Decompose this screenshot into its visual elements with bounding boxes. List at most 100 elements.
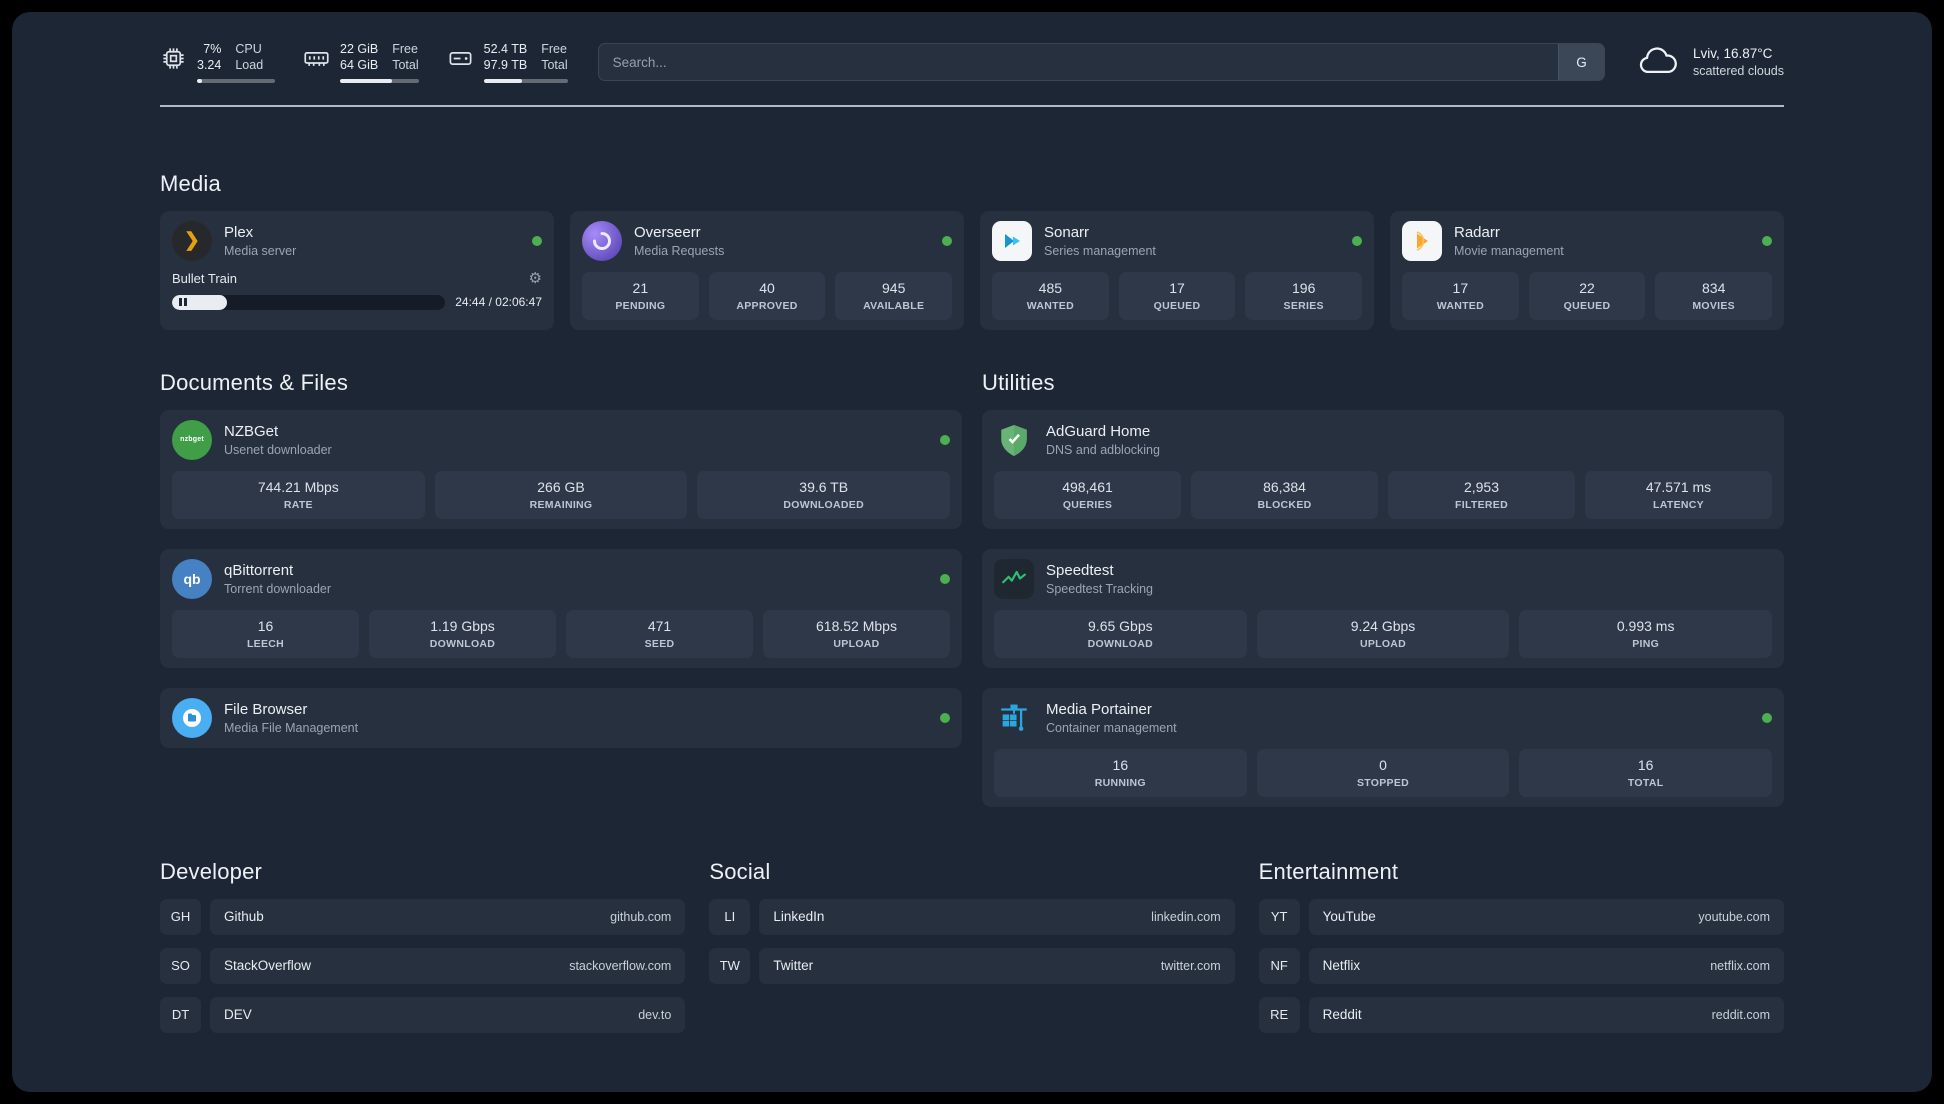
service-subtitle: Media server — [224, 243, 297, 258]
stat-value: 0 — [1379, 756, 1387, 773]
section-title-utilities: Utilities — [982, 369, 1055, 395]
cpu-label: CPU — [235, 42, 262, 56]
service-name: Plex — [224, 223, 254, 241]
stat-value: 16 — [257, 617, 274, 634]
service-subtitle: Media Requests — [634, 243, 725, 258]
service-card-radarr[interactable]: Radarr Movie management 17 WANTED 22 QUE… — [1390, 210, 1784, 330]
bookmark-stackoverflow[interactable]: SO StackOverflow stackoverflow.com — [160, 947, 686, 984]
service-subtitle: Media File Management — [224, 720, 359, 735]
status-dot — [1352, 235, 1362, 246]
stat-value: 9.65 Gbps — [1088, 617, 1153, 634]
gear-icon[interactable]: ⚙ — [529, 271, 542, 286]
cpu-load-value: 3.24 — [197, 58, 222, 73]
stat-box: 17 WANTED — [1402, 271, 1519, 320]
disk-total-value: 97.9 TB — [483, 58, 528, 73]
bookmark-twitter[interactable]: TW Twitter twitter.com — [709, 947, 1235, 984]
service-header: Radarr Movie management — [1402, 220, 1772, 261]
service-card-overseerr[interactable]: Overseerr Media Requests 21 PENDING 40 A… — [570, 210, 964, 330]
search-bar[interactable]: G — [597, 43, 1605, 82]
stat-label: PING — [1632, 637, 1660, 650]
search-input[interactable] — [598, 44, 1558, 81]
stat-label: SERIES — [1283, 299, 1324, 312]
service-stats: 9.65 Gbps DOWNLOAD 9.24 Gbps UPLOAD 0.99… — [994, 609, 1773, 658]
section-media: Media ❯ Plex Media server Bullet Train ⚙… — [160, 171, 1784, 330]
stat-label: LEECH — [246, 637, 285, 650]
bookmark-group-social: Social LI LinkedIn linkedin.com TW Twitt… — [709, 859, 1235, 1033]
stat-value: 21 — [632, 279, 649, 296]
top-bar: 7% 3.24 CPU Load 22 GiB 64 GiB Free Tota… — [160, 42, 1784, 83]
bookmark-youtube[interactable]: YT YouTube youtube.com — [1258, 898, 1784, 935]
adguard-shield-icon — [994, 420, 1034, 460]
service-subtitle: Speedtest Tracking — [1046, 581, 1154, 596]
dashboard-panel: 7% 3.24 CPU Load 22 GiB 64 GiB Free Tota… — [12, 12, 1932, 1092]
bookmark-name: Twitter — [773, 958, 814, 974]
bookmark-url: linkedin.com — [1151, 909, 1221, 924]
stat-box: 196 SERIES — [1245, 271, 1363, 320]
weather-condition: scattered clouds — [1692, 64, 1784, 79]
service-header: Sonarr Series management — [992, 220, 1362, 261]
bookmark-name: DEV — [224, 1007, 252, 1023]
playback-progress-bar[interactable] — [172, 294, 446, 310]
service-stats: 485 WANTED 17 QUEUED 196 SERIES — [992, 271, 1363, 320]
bookmark-abbr: SO — [160, 947, 201, 984]
stat-label: QUERIES — [1062, 498, 1113, 511]
cpu-progress-fill — [197, 78, 203, 83]
cpu-usage-value: 7% — [203, 42, 222, 56]
service-name: Radarr — [1454, 223, 1500, 241]
bookmark-reddit[interactable]: RE Reddit reddit.com — [1258, 996, 1784, 1033]
service-card-sonarr[interactable]: Sonarr Series management 485 WANTED 17 Q… — [980, 210, 1374, 330]
service-header: Speedtest Speedtest Tracking — [994, 558, 1772, 599]
disk-free-label: Free — [541, 42, 567, 56]
stat-value: 945 — [882, 279, 906, 296]
stat-box: 0 STOPPED — [1256, 748, 1510, 797]
bookmark-abbr: RE — [1258, 996, 1300, 1033]
cpu-load-label: Load — [235, 58, 264, 73]
service-card-portainer[interactable]: Media Portainer Container management 16 … — [982, 687, 1784, 807]
bookmark-linkedin[interactable]: LI LinkedIn linkedin.com — [709, 898, 1235, 935]
service-card-filebrowser[interactable]: File Browser Media File Management — [160, 687, 962, 748]
service-stats: 744.21 Mbps RATE 266 GB REMAINING 39.6 T… — [172, 470, 951, 519]
service-name: Media Portainer — [1046, 700, 1152, 718]
stat-label: QUEUED — [1563, 299, 1611, 312]
stat-box: 266 GB REMAINING — [434, 470, 688, 519]
service-stats: 17 WANTED 22 QUEUED 834 MOVIES — [1402, 271, 1773, 320]
weather-widget[interactable]: Lviv, 16.87°C scattered clouds — [1635, 45, 1784, 79]
search-provider-button[interactable]: G — [1557, 44, 1604, 81]
bookmark-url: dev.to — [638, 1007, 672, 1022]
bookmark-abbr: LI — [709, 898, 751, 935]
service-name: Speedtest — [1046, 561, 1114, 579]
stat-label: TOTAL — [1627, 776, 1664, 789]
memory-total-label: Total — [392, 58, 419, 73]
bookmark-github[interactable]: GH Github github.com — [160, 898, 686, 935]
stat-value: 2,953 — [1463, 478, 1500, 495]
bookmark-netflix[interactable]: NF Netflix netflix.com — [1258, 947, 1784, 984]
nzbget-icon: nzbget — [172, 419, 212, 460]
service-card-adguard[interactable]: AdGuard Home DNS and adblocking 498,461 … — [982, 409, 1784, 529]
bookmark-group-entertainment: Entertainment YT YouTube youtube.com NF … — [1258, 859, 1784, 1033]
stat-value: 485 — [1038, 279, 1063, 296]
stat-box: 485 WANTED — [992, 271, 1109, 320]
stat-value: 744.21 Mbps — [257, 478, 339, 495]
cpu-widget: 7% 3.24 CPU Load — [160, 42, 275, 83]
stat-box: 834 MOVIES — [1655, 271, 1773, 320]
memory-widget: 22 GiB 64 GiB Free Total — [303, 42, 419, 83]
bookmark-abbr: GH — [160, 898, 201, 935]
service-card-qbittorrent[interactable]: qb qBittorrent Torrent downloader 16 LEE… — [160, 548, 962, 668]
service-stats: 498,461 QUERIES 86,384 BLOCKED 2,953 FIL… — [994, 470, 1772, 519]
stat-value: 47.571 ms — [1645, 478, 1712, 495]
service-card-nzbget[interactable]: nzbget NZBGet Usenet downloader 744.21 M… — [160, 409, 962, 529]
stat-value: 39.6 TB — [799, 478, 849, 495]
memory-total-value: 64 GiB — [340, 58, 379, 73]
stat-box: 0.993 ms PING — [1519, 609, 1773, 658]
radarr-icon — [1402, 220, 1442, 261]
service-subtitle: Usenet downloader — [224, 442, 332, 457]
service-card-speedtest[interactable]: Speedtest Speedtest Tracking 9.65 Gbps D… — [982, 548, 1784, 668]
service-card-plex[interactable]: ❯ Plex Media server Bullet Train ⚙ 24:44… — [160, 210, 554, 330]
service-stats: 21 PENDING 40 APPROVED 945 AVAILABLE — [582, 271, 953, 320]
section-title-developer: Developer — [160, 858, 263, 884]
stat-label: UPLOAD — [833, 637, 880, 650]
service-name: NZBGet — [224, 422, 279, 440]
pause-icon[interactable] — [179, 298, 187, 307]
stat-label: QUEUED — [1153, 299, 1201, 312]
bookmark-dev[interactable]: DT DEV dev.to — [160, 996, 686, 1033]
